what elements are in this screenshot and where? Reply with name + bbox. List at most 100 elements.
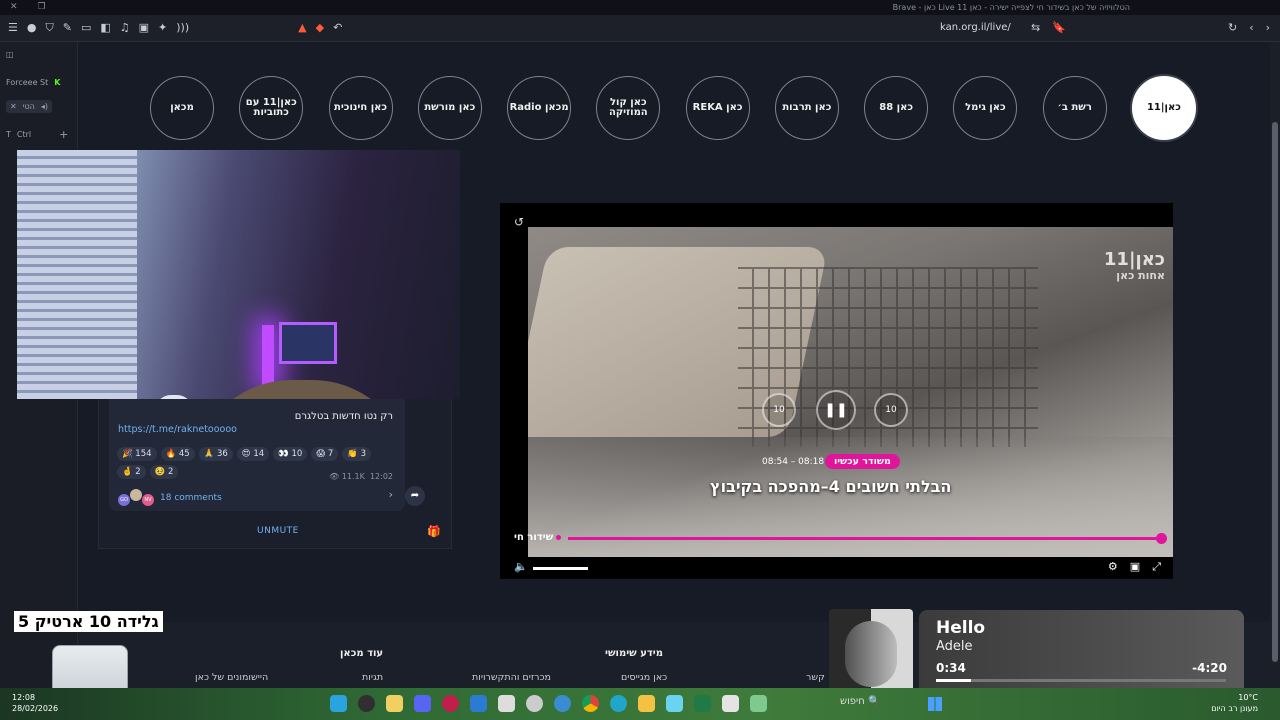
channel-kan11-subtitles[interactable]: כאן|11 עם כתוביות: [239, 76, 304, 140]
video-player[interactable]: ↺ כאן|11 אחות כאן 10 ❚❚ 10 משודר עכשיו 0…: [500, 203, 1173, 579]
search-icon: 🔍: [868, 696, 881, 707]
reaction-love[interactable]: 😍 14: [236, 447, 270, 461]
reaction-tear[interactable]: 🥹 2: [149, 465, 179, 479]
obs-app-icon[interactable]: [358, 695, 375, 712]
song-artist: Adele: [936, 639, 973, 654]
unmute-button[interactable]: UNMUTE: [257, 526, 299, 536]
channel-reshet-bet[interactable]: רשת ב׳: [1042, 76, 1107, 140]
close-tab-icon[interactable]: ✕: [10, 102, 17, 111]
weather-desc: מעונן רב היום: [1211, 704, 1258, 714]
edge-app-icon[interactable]: [610, 695, 627, 712]
back-icon[interactable]: ‹: [1249, 21, 1253, 34]
paint-app-icon[interactable]: [666, 695, 683, 712]
brave-rewards-icon[interactable]: ◆: [316, 21, 324, 35]
restart-icon[interactable]: ↺: [514, 215, 524, 229]
discord-app-icon[interactable]: [414, 695, 431, 712]
reaction-fire[interactable]: 🔥 45: [160, 447, 195, 461]
tab-ctrl[interactable]: T Ctrl +: [6, 128, 68, 141]
music-icon[interactable]: ♫: [120, 21, 130, 35]
reaction-pray[interactable]: 🙏 36: [198, 447, 233, 461]
pip-icon[interactable]: ▣: [1130, 560, 1140, 574]
channel-kan11[interactable]: כאן|11: [1131, 76, 1196, 140]
sidebar-icon[interactable]: ◧: [100, 21, 110, 35]
system-clock[interactable]: 12:08 28/02/2026: [12, 692, 58, 714]
skip-forward-button[interactable]: 10: [874, 393, 908, 427]
reaction-fingers[interactable]: 🤞 2: [117, 465, 146, 479]
shield-icon[interactable]: ⛉: [45, 21, 53, 35]
new-tab-icon[interactable]: +: [59, 128, 68, 141]
chrome-app-icon[interactable]: [582, 695, 599, 712]
fullscreen-icon[interactable]: ⤢: [1152, 560, 1161, 574]
share-arrow-icon[interactable]: ➦: [405, 486, 425, 506]
channel-gimel[interactable]: כאן גימל: [953, 76, 1018, 140]
footer-link-tags[interactable]: תגיות: [362, 672, 383, 683]
footer-link-apps[interactable]: היישומונים של כאן: [195, 672, 268, 683]
kick-icon: K: [54, 78, 61, 87]
channel-moreshet[interactable]: כאן מורשת: [417, 76, 482, 140]
excel-app-icon[interactable]: [694, 695, 711, 712]
channel-kan88[interactable]: כאן 88: [864, 76, 929, 140]
share-icon[interactable]: ⇆: [1031, 21, 1040, 34]
reload-icon[interactable]: ↻: [1228, 21, 1237, 34]
channel-reka[interactable]: כאן REKA: [685, 76, 750, 140]
channel-makan-radio[interactable]: מכאן Radio: [507, 76, 572, 140]
footer-link-jobs[interactable]: כאן מגייסים: [621, 672, 667, 683]
live-label[interactable]: שידור חי: [514, 532, 562, 543]
video-frame[interactable]: כאן|11 אחות כאן 10 ❚❚ 10: [528, 227, 1173, 557]
telegram-app-icon[interactable]: [330, 695, 347, 712]
menu-icon[interactable]: ☰: [8, 21, 18, 35]
volume-slider[interactable]: [533, 567, 588, 570]
sidebar-toggle[interactable]: ◫: [6, 50, 14, 59]
moon-icon[interactable]: ●: [27, 21, 37, 35]
gift-icon[interactable]: 🎁: [427, 525, 441, 538]
window-app-icon[interactable]: [722, 695, 739, 712]
reaction-clap[interactable]: 👏 3: [342, 447, 372, 461]
close-window-icon[interactable]: ✕: [10, 2, 18, 12]
chevron-right-icon[interactable]: ›: [389, 488, 393, 501]
pause-button[interactable]: ❚❚: [816, 390, 856, 430]
globe-app-icon[interactable]: [554, 695, 571, 712]
reaction-party[interactable]: 🎉 154: [117, 447, 157, 461]
reaction-eyes[interactable]: 👀 10: [273, 447, 308, 461]
note-app-icon[interactable]: [386, 695, 403, 712]
gallery-app-icon[interactable]: [498, 695, 515, 712]
wallet-icon[interactable]: ▭: [81, 21, 91, 35]
channel-tarbut[interactable]: כאן תרבות: [774, 76, 839, 140]
live-progress-bar[interactable]: [568, 537, 1163, 540]
scrollbar-thumb[interactable]: [1272, 122, 1278, 662]
chatgpt-app-icon[interactable]: [526, 695, 543, 712]
tools-icon[interactable]: ✎: [63, 21, 72, 35]
windows-start-icon[interactable]: [928, 697, 942, 711]
vscode-app-icon[interactable]: [470, 695, 487, 712]
forward-icon[interactable]: ›: [1266, 21, 1270, 34]
now-airing-badge: משודר עכשיו: [825, 454, 900, 469]
live-progress-handle[interactable]: [1156, 533, 1167, 544]
page-scrollbar[interactable]: [1270, 42, 1280, 688]
wifi-icon[interactable]: ))): [176, 21, 189, 35]
skip-back-button[interactable]: 10: [762, 393, 796, 427]
screenshot-icon[interactable]: ▣: [139, 21, 149, 35]
bookmark-icon[interactable]: 🔖: [1052, 21, 1066, 34]
brave-shield-icon[interactable]: ▲: [298, 21, 306, 35]
channel-hinuchit[interactable]: כאן חינוכית: [328, 76, 393, 140]
tab-kan[interactable]: ✕ הטי ◂): [6, 100, 53, 113]
channel-kol-hamusica[interactable]: כאן קול המוזיקה: [596, 76, 661, 140]
settings-icon[interactable]: ⚙: [1108, 560, 1118, 574]
tab-forceee[interactable]: Forceee St K: [6, 78, 60, 87]
footer-link-tenders[interactable]: מכרזים והתקשרויות: [472, 672, 551, 683]
channel-makan[interactable]: מכאן: [150, 76, 214, 140]
comments-link[interactable]: GO NV 18 comments: [118, 489, 222, 506]
extension-icon[interactable]: ✦: [158, 21, 167, 35]
restore-window-icon[interactable]: ❐: [38, 2, 46, 12]
taskbar-search[interactable]: 🔍 חיפוש: [840, 696, 880, 707]
explorer-app-icon[interactable]: [638, 695, 655, 712]
footer-link-contact[interactable]: קשר: [806, 672, 825, 683]
post-link[interactable]: https://t.me/raknetooooo: [118, 424, 237, 435]
record-app-icon[interactable]: [442, 695, 459, 712]
widget-app-icon[interactable]: [750, 695, 767, 712]
address-bar[interactable]: kan.org.il/live/: [940, 22, 1011, 33]
back-arrow-icon[interactable]: ↶: [333, 21, 342, 35]
weather-widget[interactable]: 10°C מעונן רב היום: [1211, 692, 1258, 714]
volume-icon[interactable]: 🔈: [514, 560, 528, 573]
reaction-scream[interactable]: 😱 7: [311, 447, 339, 461]
